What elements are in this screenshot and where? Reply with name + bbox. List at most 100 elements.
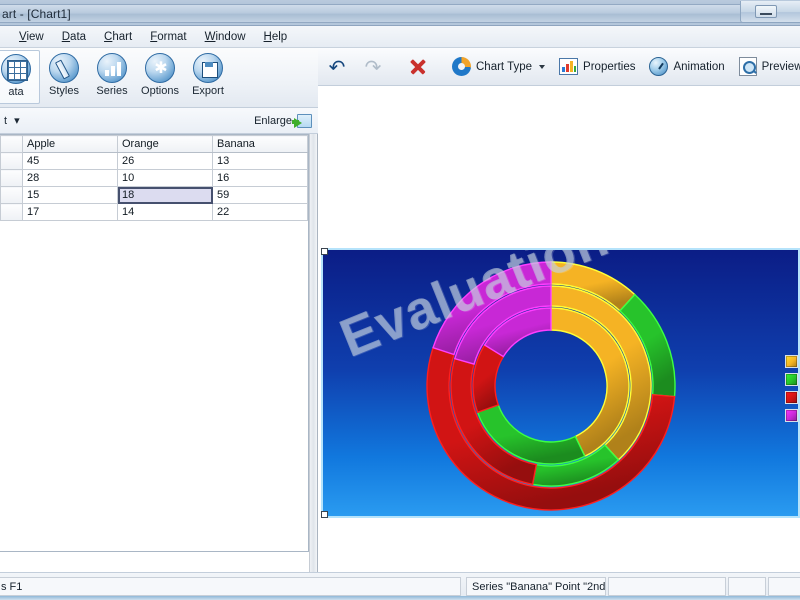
grid-cell[interactable]: 10 xyxy=(117,169,213,187)
table-row[interactable]: 45 26 13 xyxy=(0,152,308,170)
grid-cell[interactable]: 16 xyxy=(212,169,308,187)
menu-item-view[interactable]: View xyxy=(10,26,53,48)
chevron-down-icon xyxy=(539,64,546,69)
data-grid-table: Apple Orange Banana 45 26 13 28 10 16 15 18 59 17 14… xyxy=(0,135,308,221)
application-window: art - [Chart1] View Data Chart Format Window… xyxy=(0,0,800,600)
pencil-icon xyxy=(49,53,79,83)
menu-accelerator: H xyxy=(263,31,272,43)
ribbon-label-styles: Styles xyxy=(49,85,79,97)
ribbon-button-options[interactable]: Options xyxy=(136,50,184,104)
grid-cell[interactable]: 45 xyxy=(22,152,118,170)
menu-item-data[interactable]: Data xyxy=(53,26,95,48)
table-body: 45 26 13 28 10 16 15 18 59 17 14 22 xyxy=(0,152,308,221)
enlarge-button[interactable]: Enlarge xyxy=(254,111,312,131)
save-icon xyxy=(193,53,223,83)
redo-button[interactable]: ↷ xyxy=(356,52,390,82)
resize-handle-top-left[interactable] xyxy=(321,248,328,255)
sheet-dropdown-label: t xyxy=(4,115,8,127)
properties-button[interactable]: Properties xyxy=(553,52,641,82)
status-context: Series "Banana" Point "2nd Qtr" xyxy=(466,577,606,596)
window-title: art - [Chart1] xyxy=(2,7,71,21)
menu-item-chart[interactable]: Chart xyxy=(95,26,141,48)
ribbon-label-options: Options xyxy=(141,85,179,97)
properties-chart-icon xyxy=(559,58,579,75)
preview-label: Preview xyxy=(761,60,800,73)
legend-swatch[interactable] xyxy=(785,409,798,422)
ribbon-label-series: Series xyxy=(96,85,128,97)
grid-cell[interactable]: 26 xyxy=(117,152,213,170)
enlarge-arrow-icon xyxy=(292,114,312,128)
status-bar-edge xyxy=(0,596,800,600)
animation-label: Animation xyxy=(673,60,725,73)
status-cell-b xyxy=(728,577,766,596)
grid-cell[interactable]: 28 xyxy=(22,169,118,187)
menu-accelerator: W xyxy=(204,31,216,43)
doughnut-chart[interactable] xyxy=(423,258,679,514)
status-cell-a xyxy=(608,577,726,596)
data-grid-panel[interactable]: Apple Orange Banana 45 26 13 28 10 16 15 18 59 17 14… xyxy=(0,134,309,552)
chart-object[interactable]: Evaluation Version xyxy=(321,248,800,518)
data-tools-row: t ▾ Enlarge xyxy=(0,108,318,134)
menu-item-format[interactable]: Format xyxy=(141,26,195,48)
column-header-orange[interactable]: Orange xyxy=(117,135,213,153)
row-header[interactable] xyxy=(0,203,23,221)
resize-handle-bottom-left[interactable] xyxy=(321,511,328,518)
chart-canvas[interactable]: Evaluation Version xyxy=(318,86,800,572)
row-header[interactable] xyxy=(0,169,23,187)
preview-button[interactable]: Preview xyxy=(733,52,800,82)
ribbon-label-export: Export xyxy=(192,85,224,97)
legend-swatch[interactable] xyxy=(785,373,798,386)
grid-corner[interactable] xyxy=(0,135,23,153)
minimize-button[interactable] xyxy=(755,5,777,18)
grid-cell[interactable]: 17 xyxy=(22,203,118,221)
ribbon-button-styles[interactable]: Styles xyxy=(40,50,88,104)
vertical-splitter[interactable] xyxy=(309,134,318,572)
chart-legend[interactable] xyxy=(785,355,798,422)
title-bar-inner xyxy=(0,4,760,23)
table-row[interactable]: 28 10 16 xyxy=(0,169,308,187)
chart-plot-area[interactable]: Evaluation Version xyxy=(323,250,800,516)
menu-items: View Data Chart Format Window Help xyxy=(10,26,296,48)
grid-cell[interactable]: 13 xyxy=(212,152,308,170)
ribbon-button-data[interactable]: ata xyxy=(0,50,40,104)
animation-clock-icon xyxy=(649,57,669,76)
status-hint: s F1 xyxy=(0,577,461,596)
menu-item-window[interactable]: Window xyxy=(196,26,255,48)
undo-button[interactable]: ↶ xyxy=(320,52,354,82)
table-row[interactable]: 17 14 22 xyxy=(0,203,308,221)
chart-type-label: Chart Type xyxy=(476,60,533,73)
column-header-banana[interactable]: Banana xyxy=(212,135,308,153)
row-header[interactable] xyxy=(0,186,23,204)
ribbon-button-export[interactable]: Export xyxy=(184,50,232,104)
menu-accelerator: D xyxy=(61,31,71,43)
doughnut-svg[interactable] xyxy=(423,258,679,514)
delete-button[interactable] xyxy=(402,52,434,82)
table-header-row: Apple Orange Banana xyxy=(0,135,308,153)
grid-cell[interactable]: 15 xyxy=(22,186,118,204)
window-controls xyxy=(740,1,800,23)
delete-x-icon xyxy=(408,57,428,77)
donut-chart-icon xyxy=(452,57,471,76)
sheet-dropdown[interactable]: t ▾ xyxy=(0,112,24,130)
animation-button[interactable]: Animation xyxy=(643,52,730,82)
properties-label: Properties xyxy=(583,60,636,73)
legend-swatch[interactable] xyxy=(785,355,798,368)
grid-cell[interactable]: 18 xyxy=(117,186,213,204)
row-header[interactable] xyxy=(0,152,23,170)
grid-cell[interactable]: 22 xyxy=(212,203,308,221)
bar-chart-icon xyxy=(97,53,127,83)
chart-toolbar: ↶ ↷ Chart Type Properties Animation Prev… xyxy=(318,48,800,86)
grid-cell[interactable]: 14 xyxy=(117,203,213,221)
menu-accelerator: V xyxy=(19,31,27,43)
column-header-apple[interactable]: Apple xyxy=(22,135,118,153)
ribbon-button-series[interactable]: Series xyxy=(88,50,136,104)
tools-icon xyxy=(145,53,176,84)
undo-icon: ↶ xyxy=(328,54,346,79)
legend-swatch[interactable] xyxy=(785,391,798,404)
enlarge-label: Enlarge xyxy=(254,115,292,127)
grid-cell[interactable]: 59 xyxy=(212,186,308,204)
chart-type-button[interactable]: Chart Type xyxy=(446,52,551,82)
menu-item-help[interactable]: Help xyxy=(255,26,297,48)
table-row[interactable]: 15 18 59 xyxy=(0,186,308,204)
redo-icon: ↷ xyxy=(364,54,382,79)
